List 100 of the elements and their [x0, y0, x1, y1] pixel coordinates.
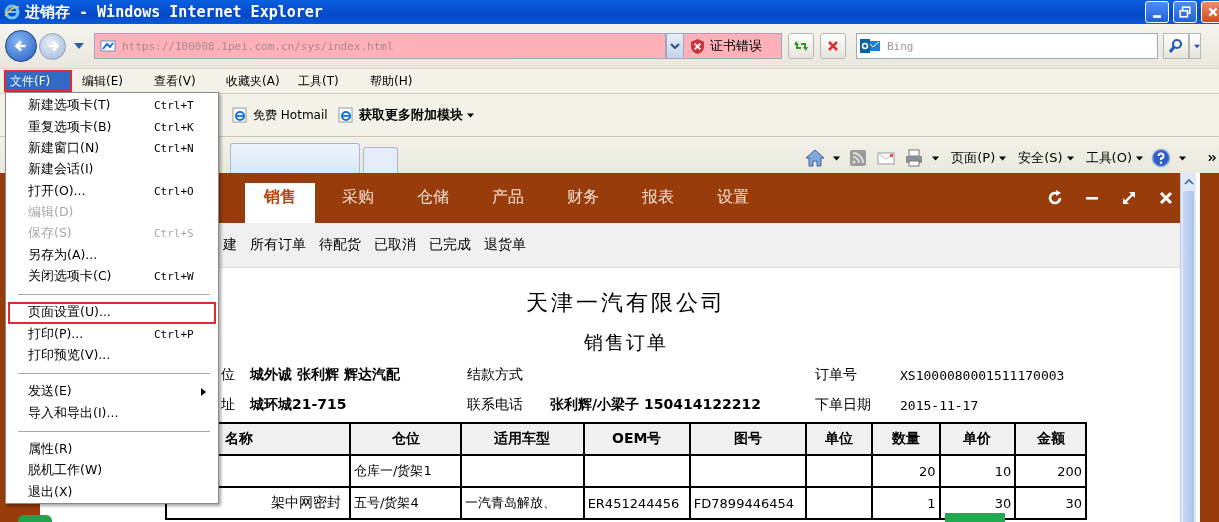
table-cell: 30: [1015, 487, 1086, 519]
certificate-error-button[interactable]: 证书错误: [684, 33, 782, 59]
search-options-button[interactable]: [1189, 33, 1201, 59]
nav-tab[interactable]: 销售: [245, 183, 315, 223]
dropdown-icon[interactable]: [1179, 155, 1186, 161]
home-icon[interactable]: [805, 148, 826, 168]
field-value: 2015-11-17: [900, 397, 980, 413]
field-value: 张利辉/小梁子 150414122212: [550, 396, 762, 414]
field-value: 城外诚 张利辉 辉达汽配: [250, 366, 401, 384]
menu-item[interactable]: 新建会话(I): [8, 159, 216, 181]
help-icon[interactable]: [1151, 148, 1171, 168]
close-button[interactable]: [1201, 1, 1219, 23]
browser-icon: [232, 107, 248, 123]
nav-tab[interactable]: 报表: [620, 183, 695, 223]
table-cell: 20: [871, 455, 940, 487]
table-cell: 10: [939, 455, 1016, 487]
document-title: 销售订单: [584, 330, 668, 355]
menu-item[interactable]: 查看(V): [148, 70, 216, 92]
menu-item[interactable]: 打印(P)... Ctrl+P: [8, 323, 216, 345]
history-dropdown-icon[interactable]: [74, 43, 84, 49]
table-cell: 五号/货架4: [350, 487, 462, 519]
field-label: 位: [220, 366, 236, 384]
favorite-link[interactable]: 免费 Hotmail: [253, 106, 328, 124]
dropdown-icon: [1136, 155, 1143, 161]
command-menu[interactable]: 页面(P): [951, 149, 1007, 167]
shield-icon: [690, 37, 705, 55]
sub-nav-link[interactable]: 建: [223, 236, 237, 254]
refresh-icon[interactable]: [1047, 190, 1063, 206]
menu-item[interactable]: 页面设置(U)...: [8, 302, 216, 324]
browser-icon: [4, 4, 20, 20]
print-icon[interactable]: [904, 148, 925, 168]
address-dropdown-button[interactable]: [666, 33, 684, 59]
column-header: 单位: [805, 423, 872, 455]
restore-button[interactable]: [1173, 1, 1197, 23]
menu-item[interactable]: 另存为(A)...: [8, 244, 216, 266]
nav-tab[interactable]: 采购: [320, 183, 395, 223]
command-menu[interactable]: 安全(S): [1018, 149, 1074, 167]
search-field[interactable]: Bing: [856, 33, 1158, 59]
dropdown-icon[interactable]: [932, 155, 940, 161]
table-cell: FD7899446454: [689, 487, 806, 519]
sub-nav-link[interactable]: 已完成: [429, 236, 471, 254]
sub-nav-link[interactable]: 所有订单: [250, 236, 306, 254]
menu-item[interactable]: 新建窗口(N) Ctrl+N: [8, 137, 216, 160]
browser-icon: [337, 107, 354, 123]
nav-tab[interactable]: 财务: [545, 183, 620, 223]
refresh-button[interactable]: [788, 33, 814, 59]
more-chevron-icon[interactable]: [1208, 154, 1217, 162]
field-label: 下单日期: [815, 396, 872, 414]
dropdown-icon: [999, 155, 1007, 161]
column-header: 图号: [689, 423, 806, 455]
search-icon: [1168, 38, 1184, 54]
menu-item[interactable]: 工具(T): [292, 70, 360, 92]
dropdown-icon: [1066, 155, 1074, 161]
sub-nav-link[interactable]: 退货单: [484, 236, 526, 254]
expand-icon[interactable]: [1121, 190, 1137, 206]
field-value: 城环城21-715: [250, 396, 348, 414]
table-cell: 一汽青岛解放、: [461, 487, 584, 519]
sub-nav-link[interactable]: 待配货: [319, 236, 361, 254]
column-header: 适用车型: [461, 423, 584, 455]
column-header: 数量: [871, 423, 940, 455]
sub-nav-link[interactable]: 已取消: [374, 236, 416, 254]
nav-tab[interactable]: 产品: [470, 183, 545, 223]
close-icon[interactable]: [1158, 190, 1174, 206]
window-title: 进销存 - Windows Internet Explorer: [25, 2, 323, 22]
field-label: 订单号: [815, 366, 858, 384]
chevron-down-icon: [670, 43, 680, 49]
menu-item[interactable]: 打开(O)... Ctrl+O: [8, 180, 216, 202]
submenu-arrow-icon: [201, 387, 206, 396]
menu-item[interactable]: 关闭选项卡(C) Ctrl+W: [8, 265, 216, 288]
menu-item[interactable]: 打印预览(V)...: [8, 344, 216, 367]
add-ons-menu[interactable]: 获取更多附加模块: [358, 106, 474, 124]
field-label: 结款方式: [467, 366, 524, 384]
menu-item[interactable]: 编辑(E): [76, 70, 144, 92]
column-header: 单价: [939, 423, 1016, 455]
command-menu[interactable]: 工具(O): [1085, 149, 1143, 167]
table-cell: 200: [1015, 455, 1086, 487]
back-button[interactable]: [5, 30, 37, 62]
dropdown-icon[interactable]: [833, 155, 841, 161]
menu-item[interactable]: 文件(F): [4, 70, 72, 92]
dropdown-icon: [466, 112, 474, 118]
menu-item[interactable]: 帮助(H): [364, 70, 432, 92]
menu-item[interactable]: 发送(E): [8, 381, 216, 403]
stop-button[interactable]: [820, 33, 846, 59]
scroll-up-icon[interactable]: [1183, 179, 1194, 185]
menu-item[interactable]: 脱机工作(W): [8, 460, 216, 482]
menu-item[interactable]: 收藏夹(A): [220, 70, 288, 92]
table-cell: ER451244456: [583, 487, 690, 519]
menu-item[interactable]: 新建选项卡(T) Ctrl+T: [8, 95, 216, 117]
nav-tab[interactable]: 设置: [695, 183, 770, 223]
company-name: 天津一汽有限公司: [526, 289, 726, 317]
table-cell: 1: [871, 487, 940, 519]
scroll-thumb[interactable]: [1183, 191, 1194, 522]
column-header: OEM号: [583, 423, 690, 455]
minimize-button[interactable]: [1145, 1, 1169, 23]
menu-item[interactable]: 重复选项卡(B) Ctrl+K: [8, 116, 216, 138]
field-label: 联系电话: [467, 396, 524, 414]
search-button[interactable]: [1163, 33, 1189, 59]
nav-tab[interactable]: 仓储: [395, 183, 470, 223]
menu-item[interactable]: 导入和导出(I)...: [8, 402, 216, 424]
dropdown-icon: [1194, 43, 1200, 49]
